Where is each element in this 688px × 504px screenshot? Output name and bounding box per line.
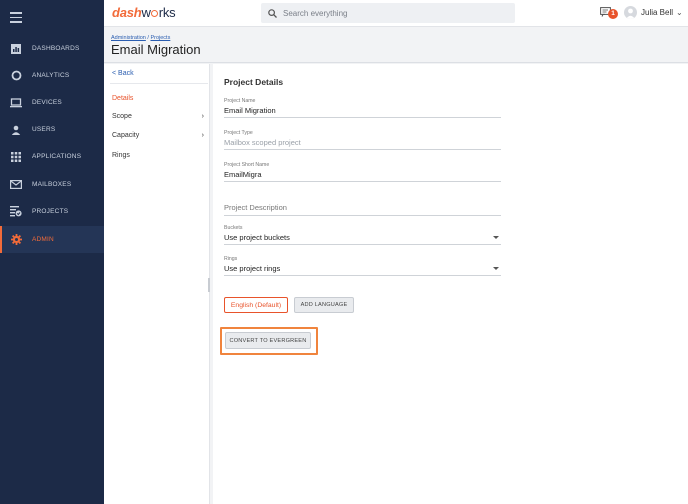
sidebar-item-label: DEVICES: [32, 99, 62, 106]
subnav-item-capacity[interactable]: Capacity ›: [112, 132, 204, 139]
project-type-field: Project Type Mailbox scoped project: [224, 130, 501, 150]
section-title: Project Details: [224, 77, 284, 87]
chevron-down-icon: ⌄: [676, 8, 683, 17]
search-input[interactable]: [283, 8, 483, 18]
field-value: Use project rings: [224, 264, 281, 273]
dropdown-caret-icon: [493, 267, 499, 270]
field-label: Project Short Name: [224, 162, 270, 168]
field-value: EmailMigra: [224, 170, 262, 179]
page-header: Administration / Projects Email Migratio…: [104, 28, 688, 63]
sidebar: DASHBOARDS ANALYTICS DEVICES USERS APPLI…: [0, 0, 104, 504]
projects-icon: [0, 206, 32, 217]
project-short-name-field[interactable]: Project Short Name EmailMigra: [224, 162, 501, 182]
add-language-button[interactable]: ADD LANGUAGE: [294, 297, 354, 313]
subnav-item-details[interactable]: Details: [112, 95, 204, 102]
project-details-panel: Project Details Project Name Email Migra…: [213, 64, 688, 504]
panel-resize-handle[interactable]: [208, 278, 210, 292]
hamburger-menu-icon[interactable]: [10, 12, 22, 23]
field-placeholder: Project Description: [224, 203, 287, 212]
sidebar-item-label: APPLICATIONS: [32, 153, 82, 160]
sidebar-item-analytics[interactable]: ANALYTICS: [0, 62, 104, 89]
breadcrumb-administration[interactable]: Administration: [111, 35, 146, 41]
dropdown-caret-icon: [493, 236, 499, 239]
buckets-select[interactable]: Buckets Use project buckets: [224, 225, 501, 245]
sidebar-item-users[interactable]: USERS: [0, 116, 104, 143]
sidebar-item-admin[interactable]: ADMIN: [0, 226, 104, 253]
person-icon: [0, 125, 32, 135]
subnav-item-rings[interactable]: Rings: [112, 152, 204, 159]
donut-chart-icon: [0, 70, 32, 81]
laptop-icon: [0, 97, 32, 108]
page-title: Email Migration: [111, 42, 201, 57]
sidebar-item-mailboxes[interactable]: MAILBOXES: [0, 171, 104, 198]
field-label: Project Name: [224, 98, 256, 104]
project-name-field[interactable]: Project Name Email Migration: [224, 98, 501, 118]
rings-select[interactable]: Rings Use project rings: [224, 256, 501, 276]
breadcrumb: Administration / Projects: [111, 35, 171, 41]
logo-ring-icon: [151, 10, 159, 17]
field-value: Use project buckets: [224, 233, 290, 242]
field-label: Rings: [224, 256, 238, 262]
search-box[interactable]: [261, 3, 515, 23]
user-menu[interactable]: Julia Bell ⌄: [624, 6, 683, 19]
sidebar-item-label: MAILBOXES: [32, 181, 72, 188]
sidebar-item-applications[interactable]: APPLICATIONS: [0, 143, 104, 170]
divider: [110, 83, 208, 84]
notification-badge: 1: [608, 9, 618, 19]
sidebar-item-label: DASHBOARDS: [32, 45, 80, 52]
field-value: Email Migration: [224, 106, 276, 115]
avatar: [624, 6, 637, 19]
project-subnav: < Back Details Scope › Capacity › Rings: [104, 64, 210, 504]
chevron-right-icon: ›: [201, 132, 204, 139]
subnav-item-scope[interactable]: Scope ›: [112, 113, 204, 120]
breadcrumb-projects[interactable]: Projects: [150, 35, 170, 41]
sidebar-item-dashboards[interactable]: DASHBOARDS: [0, 35, 104, 62]
dashworks-logo[interactable]: dashw rks: [112, 5, 176, 20]
top-bar: dashwrks 1 Julia Bell ⌄: [104, 0, 688, 27]
sidebar-item-devices[interactable]: DEVICES: [0, 89, 104, 116]
bar-chart-icon: [0, 43, 32, 54]
convert-to-evergreen-button[interactable]: CONVERT TO EVERGREEN: [225, 332, 311, 349]
sidebar-item-projects[interactable]: PROJECTS: [0, 198, 104, 225]
mail-icon: [0, 180, 32, 189]
back-link[interactable]: < Back: [112, 70, 134, 77]
gear-icon: [0, 234, 32, 245]
language-default-button[interactable]: English (Default): [224, 297, 288, 313]
grid-icon: [0, 151, 32, 162]
sidebar-item-label: ADMIN: [32, 236, 54, 243]
notifications-button[interactable]: 1: [600, 7, 618, 21]
user-name: Julia Bell: [641, 8, 674, 17]
field-label: Buckets: [224, 225, 243, 231]
sidebar-item-label: PROJECTS: [32, 208, 69, 215]
sidebar-item-label: ANALYTICS: [32, 72, 70, 79]
field-value: Mailbox scoped project: [224, 138, 301, 147]
search-icon: [261, 8, 283, 18]
sidebar-item-label: USERS: [32, 126, 56, 133]
field-label: Project Type: [224, 130, 253, 136]
project-description-field[interactable]: Project Description: [224, 203, 501, 216]
chevron-right-icon: ›: [201, 113, 204, 120]
